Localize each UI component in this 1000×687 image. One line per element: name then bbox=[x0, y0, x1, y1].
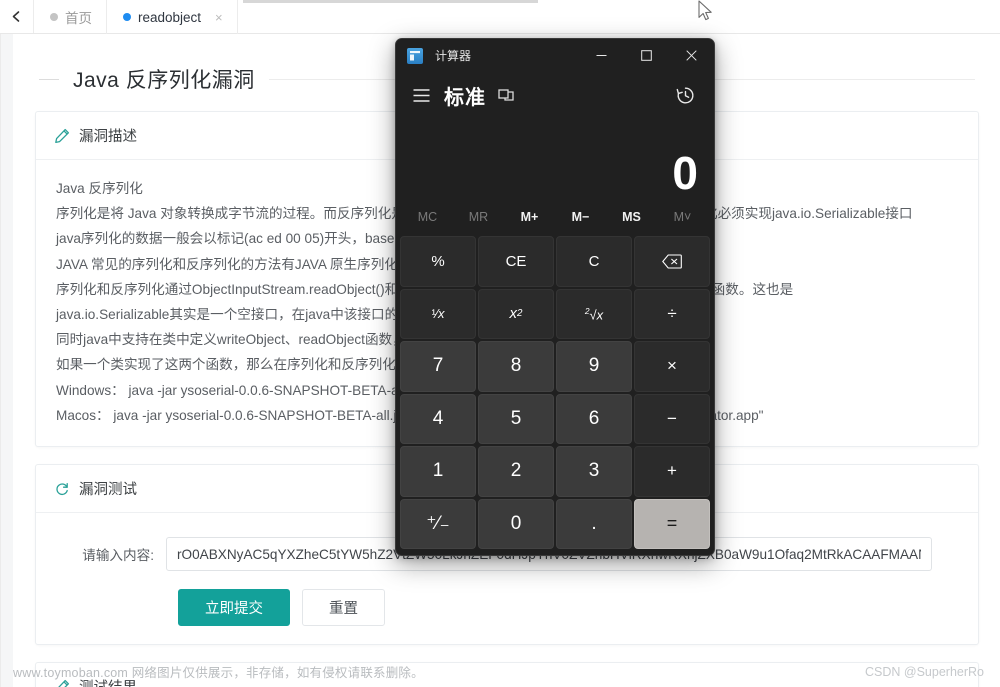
calculator-icon bbox=[407, 47, 423, 64]
window-controls bbox=[579, 39, 714, 72]
display-value: 0 bbox=[672, 147, 698, 199]
form-button-row: 立即提交 重置 bbox=[56, 571, 958, 627]
key-square-root[interactable]: 2√x bbox=[556, 288, 632, 339]
tab-home[interactable]: 首页 bbox=[34, 0, 107, 34]
chevron-left-icon bbox=[12, 11, 20, 22]
key-3[interactable]: 3 bbox=[556, 446, 632, 497]
title-left-rule bbox=[39, 78, 59, 80]
calculator-nav-row: 标准 bbox=[396, 72, 714, 118]
tab-label: readobject bbox=[138, 9, 202, 25]
key-multiply[interactable]: × bbox=[634, 341, 710, 392]
window-top-edge bbox=[243, 0, 538, 3]
key-9[interactable]: 9 bbox=[556, 341, 632, 392]
key-1[interactable]: 1 bbox=[400, 446, 476, 497]
footer-watermark-right: CSDN @SuperherRo bbox=[865, 665, 984, 679]
card-title: 漏洞描述 bbox=[79, 129, 137, 145]
key-4[interactable]: 4 bbox=[400, 393, 476, 444]
input-label: 请输入内容: bbox=[82, 548, 154, 564]
tab-status-dot bbox=[50, 13, 58, 21]
key-8[interactable]: 8 bbox=[478, 341, 554, 392]
reset-button[interactable]: 重置 bbox=[302, 589, 385, 627]
tab-strip-filler bbox=[238, 0, 1000, 33]
card-title: 漏洞测试 bbox=[79, 482, 137, 499]
memory-open-button[interactable]: M˅ bbox=[657, 210, 708, 224]
minimize-icon bbox=[596, 55, 607, 56]
maximize-button[interactable] bbox=[624, 39, 669, 72]
key-reciprocal[interactable]: ¹⁄x bbox=[400, 288, 476, 339]
key-clear[interactable]: C bbox=[556, 236, 632, 287]
calculator-app-title: 计算器 bbox=[435, 49, 472, 63]
close-button[interactable] bbox=[669, 39, 714, 72]
memory-subtract-button[interactable]: M− bbox=[555, 210, 606, 224]
key-subtract[interactable]: − bbox=[634, 393, 710, 444]
keep-on-top-icon[interactable] bbox=[498, 87, 515, 104]
pen-icon bbox=[54, 128, 70, 144]
refresh-icon bbox=[54, 481, 70, 497]
key-0[interactable]: 0 bbox=[478, 498, 554, 549]
minimize-button[interactable] bbox=[579, 39, 624, 72]
key-add[interactable]: + bbox=[634, 446, 710, 497]
key-percent[interactable]: % bbox=[400, 236, 476, 287]
calculator-memory-row: MC MR M+ M− MS M˅ bbox=[396, 200, 714, 234]
calculator-window: 计算器 标准 0 MC MR M+ M− MS M˅ % CE C ¹⁄x x … bbox=[395, 38, 715, 556]
calculator-mode-label: 标准 bbox=[444, 86, 486, 109]
key-square[interactable]: x2 bbox=[478, 288, 554, 339]
page-title: Java 反序列化漏洞 bbox=[73, 69, 255, 92]
tab-label: 首页 bbox=[65, 11, 92, 26]
key-6[interactable]: 6 bbox=[556, 393, 632, 444]
maximize-icon bbox=[641, 50, 652, 61]
browser-tab-strip: 首页 readobject × bbox=[0, 0, 1000, 34]
screen: 首页 readobject × Java 反序列化漏洞 漏洞描述 Java 反序… bbox=[0, 0, 1000, 687]
mouse-cursor bbox=[698, 0, 714, 24]
calculator-title-bar[interactable]: 计算器 bbox=[396, 39, 714, 72]
footer-watermark-left: www.toymoban.com 网络图片仅供展示，非存储，如有侵权请联系删除。 bbox=[13, 666, 424, 680]
hamburger-icon[interactable] bbox=[404, 78, 438, 112]
key-equals[interactable]: = bbox=[634, 498, 710, 549]
calculator-keypad: % CE C ¹⁄x x2 2√x ÷ 7 8 9 × 4 5 6 − 1 2 … bbox=[396, 234, 714, 555]
backspace-icon bbox=[662, 254, 682, 269]
submit-button[interactable]: 立即提交 bbox=[178, 589, 290, 627]
back-button[interactable] bbox=[0, 0, 34, 33]
key-5[interactable]: 5 bbox=[478, 393, 554, 444]
calculator-display: 0 bbox=[396, 118, 714, 200]
key-decimal[interactable]: . bbox=[556, 498, 632, 549]
key-clear-entry[interactable]: CE bbox=[478, 236, 554, 287]
tab-close-icon[interactable]: × bbox=[215, 10, 223, 25]
history-icon[interactable] bbox=[668, 78, 702, 112]
key-negate[interactable]: ⁺⁄₋ bbox=[400, 498, 476, 549]
key-7[interactable]: 7 bbox=[400, 341, 476, 392]
memory-add-button[interactable]: M+ bbox=[504, 210, 555, 224]
memory-clear-button[interactable]: MC bbox=[402, 210, 453, 224]
key-backspace[interactable] bbox=[634, 236, 710, 287]
memory-recall-button[interactable]: MR bbox=[453, 210, 504, 224]
tab-status-dot bbox=[123, 13, 131, 21]
memory-store-button[interactable]: MS bbox=[606, 210, 657, 224]
key-2[interactable]: 2 bbox=[478, 446, 554, 497]
close-icon bbox=[686, 50, 697, 61]
tab-readobject[interactable]: readobject × bbox=[107, 0, 238, 34]
key-divide[interactable]: ÷ bbox=[634, 288, 710, 339]
